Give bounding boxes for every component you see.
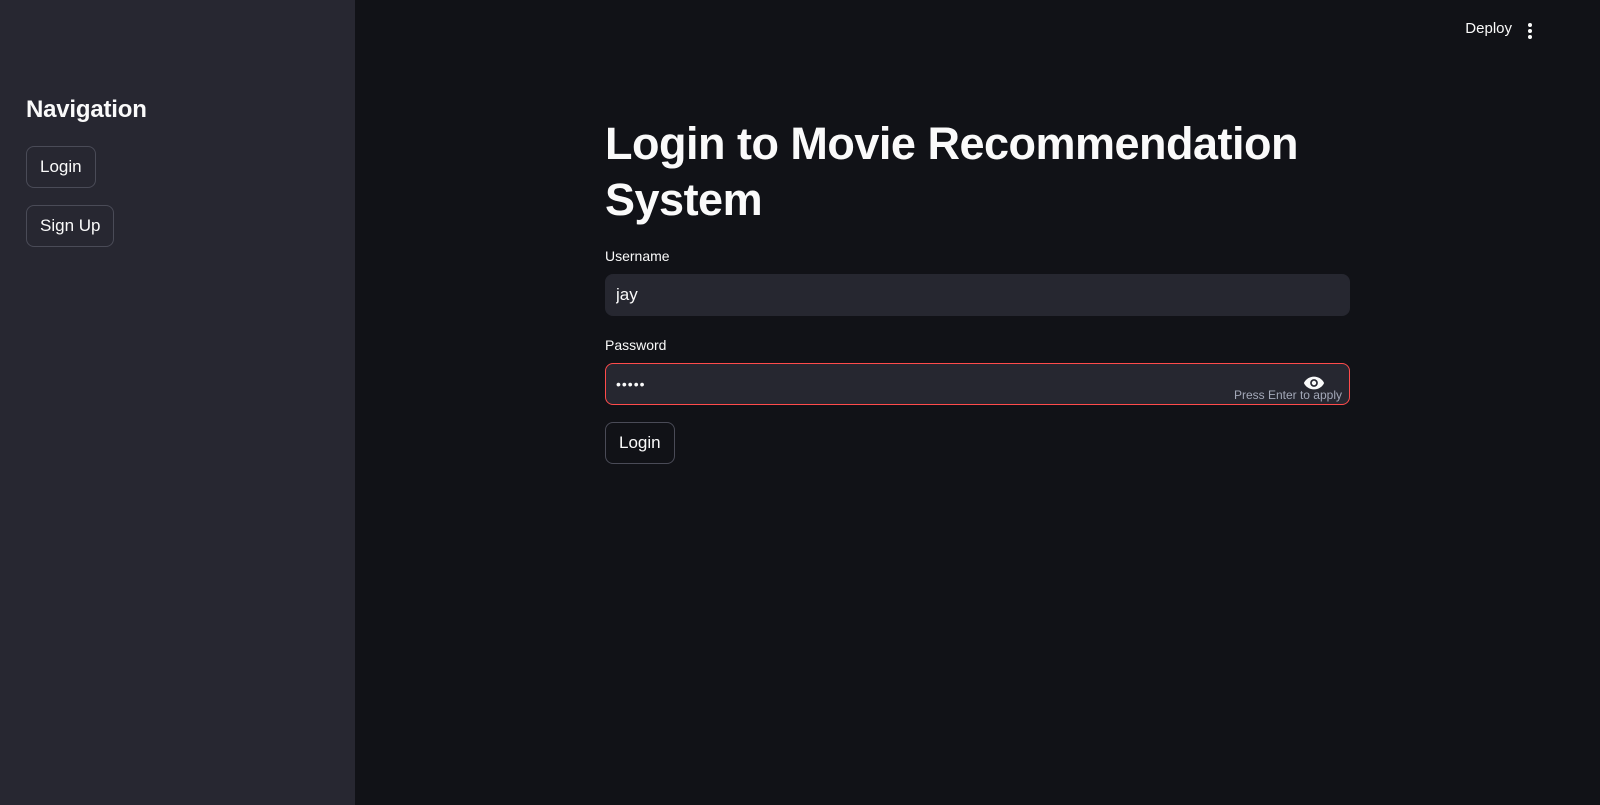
- page-title: Login to Movie Recommendation System: [605, 118, 1299, 225]
- sidebar: Navigation Login Sign Up: [0, 0, 355, 805]
- main-menu-button[interactable]: [1520, 20, 1540, 42]
- username-input[interactable]: [606, 275, 1349, 315]
- password-label: Password: [605, 337, 667, 353]
- password-field: Press Enter to apply: [605, 363, 1350, 405]
- vertical-ellipsis-icon: [1528, 23, 1532, 39]
- deploy-button[interactable]: Deploy: [1465, 20, 1512, 37]
- press-enter-hint: Press Enter to apply: [1233, 388, 1342, 402]
- login-button[interactable]: Login: [605, 422, 675, 464]
- sidebar-title: Navigation: [26, 96, 147, 123]
- sidebar-login-button[interactable]: Login: [26, 146, 96, 188]
- username-label: Username: [605, 248, 670, 264]
- app-root: Navigation Login Sign Up Deploy Login to…: [0, 0, 1600, 805]
- sidebar-signup-button[interactable]: Sign Up: [26, 205, 115, 247]
- username-field: [605, 274, 1350, 316]
